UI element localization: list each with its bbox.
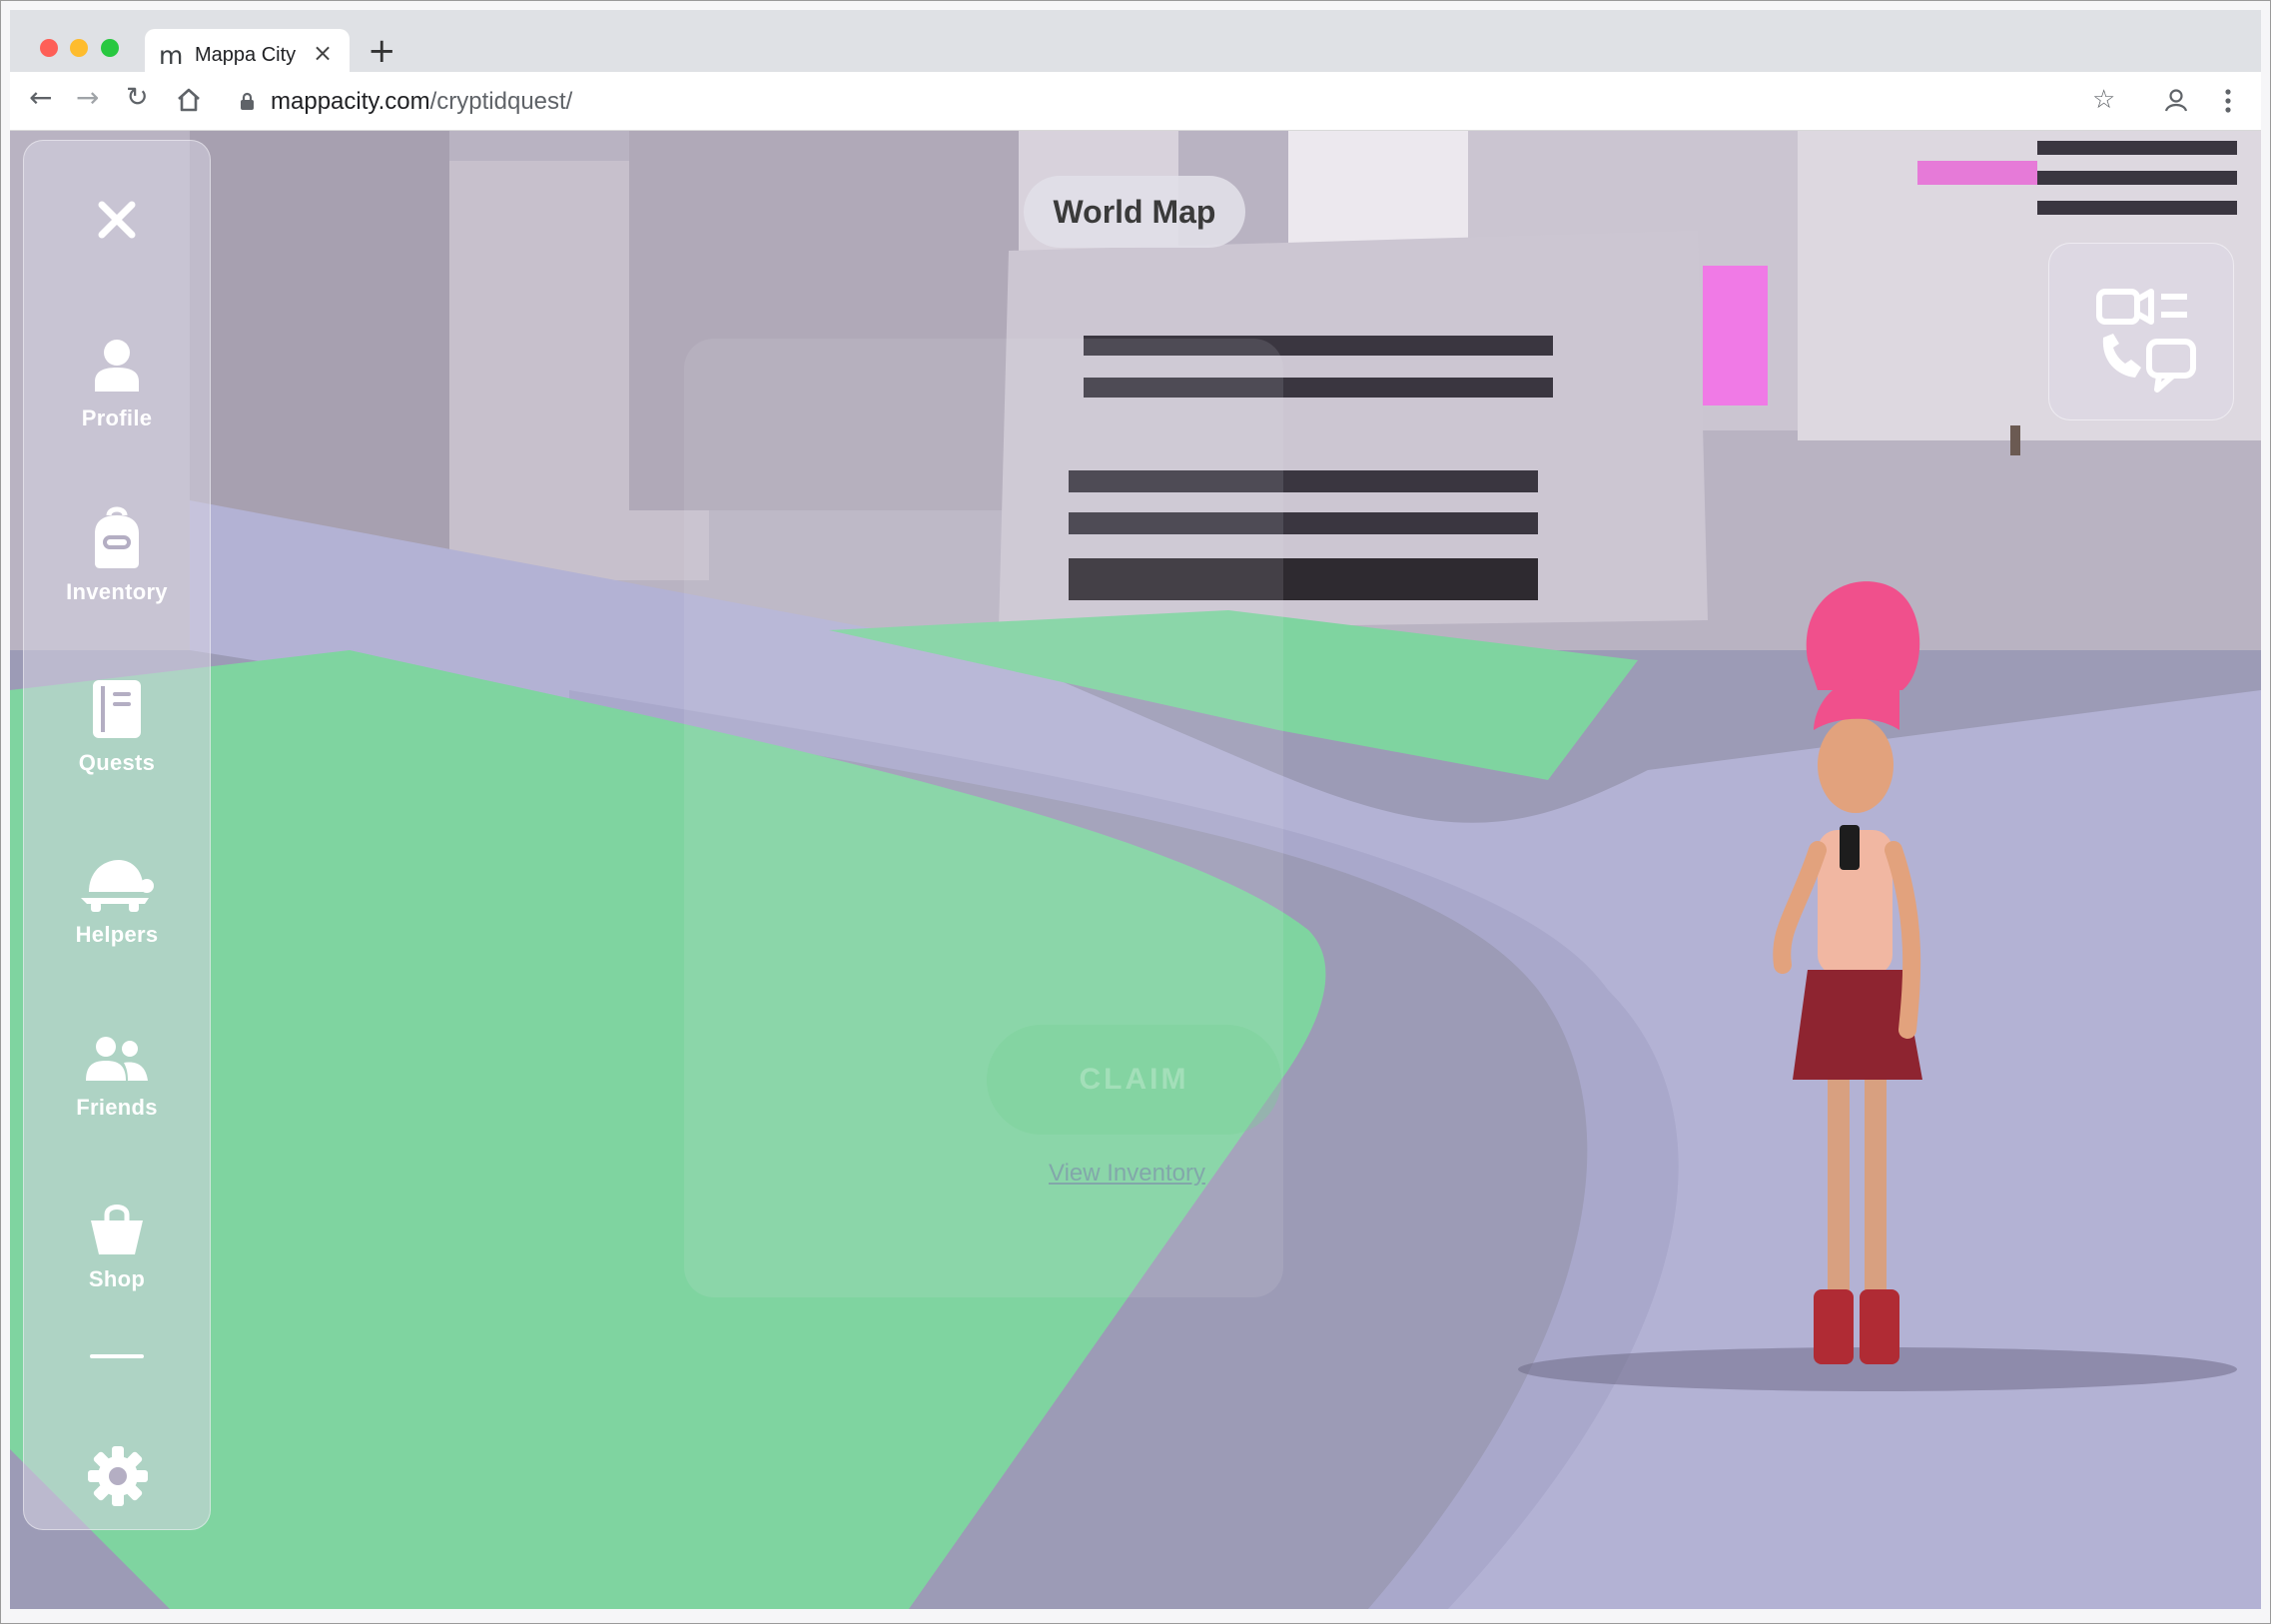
side-menu: Profile Inventory Quests Helpers Friends… xyxy=(23,140,211,1530)
faded-reward-panel xyxy=(684,339,1283,1297)
sidebar-item-helpers[interactable]: Helpers xyxy=(24,858,210,1008)
sidebar-item-label: Profile xyxy=(81,406,153,430)
sidebar-item-profile[interactable]: Profile xyxy=(24,336,210,485)
sidebar-item-friends[interactable]: Friends xyxy=(24,1035,210,1185)
game-viewport[interactable]: CLAIM View Inventory World Map Profile I… xyxy=(10,131,2261,1609)
tab-title: Mappa City xyxy=(195,44,297,66)
sidebar-item-label: Helpers xyxy=(75,922,159,947)
close-menu-icon[interactable] xyxy=(88,191,146,249)
close-window-button[interactable] xyxy=(40,39,58,57)
sidebar-item-inventory[interactable]: Inventory xyxy=(24,505,210,655)
sidebar-item-quests[interactable]: Quests xyxy=(24,678,210,828)
menu-divider xyxy=(90,1354,144,1358)
new-tab-button[interactable]: + xyxy=(368,34,396,68)
url-host: mappacity.com xyxy=(271,88,430,115)
site-favicon-icon: m xyxy=(159,41,184,70)
home-icon[interactable] xyxy=(175,86,203,114)
url-path: /cryptidquest/ xyxy=(429,88,573,115)
shopping-bag-icon xyxy=(91,1205,143,1254)
sidebar-item-label: Friends xyxy=(76,1095,158,1120)
book-icon xyxy=(93,680,141,738)
person-icon xyxy=(95,340,139,392)
view-inventory-link[interactable]: View Inventory xyxy=(1049,1160,1205,1188)
video-call-chat-icon xyxy=(2096,289,2196,393)
turtle-icon xyxy=(81,860,154,912)
browser-window: m Mappa City × + ← → ↻ mappacity.com/cry… xyxy=(0,0,2271,1624)
sidebar-item-label: Shop xyxy=(88,1266,146,1291)
backpack-icon xyxy=(95,506,139,568)
sidebar-item-label: Inventory xyxy=(66,579,168,604)
reload-icon[interactable]: ↻ xyxy=(126,84,149,111)
back-arrow-icon[interactable]: ← xyxy=(29,84,52,112)
profile-avatar-icon[interactable] xyxy=(2163,87,2189,113)
tab-bar: m Mappa City × + xyxy=(10,10,2261,81)
minimize-window-button[interactable] xyxy=(70,39,88,57)
more-menu-icon[interactable] xyxy=(2223,88,2233,114)
forward-arrow-icon[interactable]: → xyxy=(76,84,99,112)
world-map-button[interactable]: World Map xyxy=(1024,176,1245,248)
tab-close-icon[interactable]: × xyxy=(313,39,333,67)
sidebar-item-shop[interactable]: Shop xyxy=(24,1203,210,1352)
sidebar-item-label: Quests xyxy=(78,750,156,775)
bookmark-star-icon[interactable]: ☆ xyxy=(2092,85,2115,115)
browser-toolbar: ← → ↻ mappacity.com/cryptidquest/ ☆ xyxy=(10,72,2261,131)
claim-button[interactable]: CLAIM xyxy=(987,1025,1281,1135)
address-bar[interactable]: mappacity.com/cryptidquest/ xyxy=(271,88,572,116)
friends-icon xyxy=(86,1037,148,1081)
maximize-window-button[interactable] xyxy=(101,39,119,57)
communication-button[interactable] xyxy=(2048,243,2234,420)
settings-gear-icon[interactable] xyxy=(86,1444,150,1508)
lock-icon xyxy=(241,92,254,110)
